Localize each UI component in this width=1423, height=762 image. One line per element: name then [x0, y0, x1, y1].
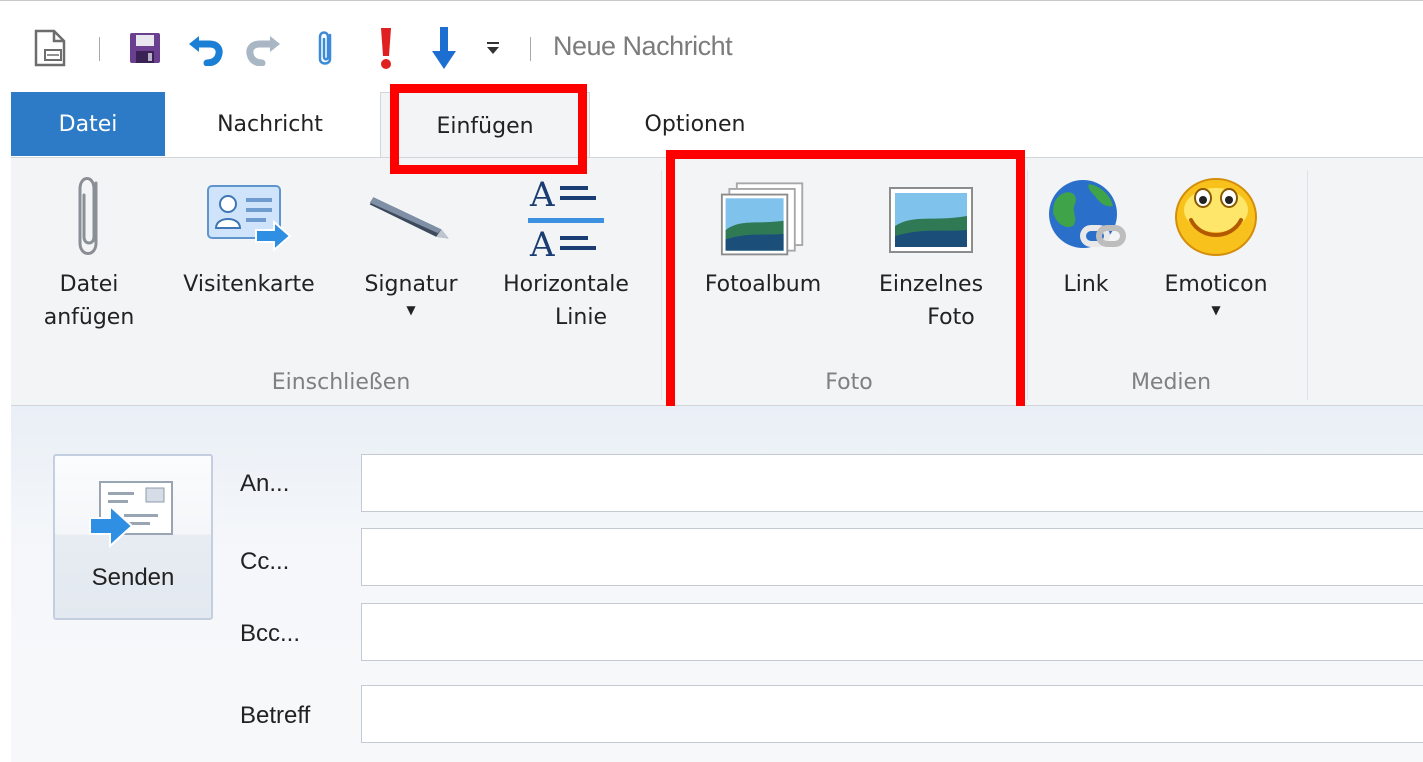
low-priority-icon[interactable] [424, 23, 464, 73]
group-separator [1307, 170, 1308, 400]
window-title: Neue Nachricht [553, 31, 733, 61]
button-label: Einzelnes [878, 272, 984, 297]
group-label-einschliessen: Einschließen [271, 370, 411, 395]
dropdown-arrow-icon: ▼ [1211, 303, 1221, 317]
subject-label: Betreff [240, 702, 311, 729]
save-icon[interactable] [125, 23, 165, 73]
tab-optionen[interactable]: Optionen [610, 92, 780, 156]
business-card-button[interactable]: Visitenkarte [169, 166, 329, 301]
signature-button[interactable]: Signatur ▼ [346, 166, 476, 317]
mail-compose-window: Neue Nachricht Datei Nachricht Einfügen … [0, 0, 1423, 762]
redo-icon[interactable] [244, 23, 284, 73]
ribbon-panel: Datei anfügen Visitenkarte Signatur ▼ A … [11, 157, 1423, 406]
paperclip-icon [46, 166, 132, 268]
attach-file-button[interactable]: Datei anfügen [34, 166, 144, 334]
button-label: Visitenkarte [183, 272, 315, 297]
compose-header: Senden An... Cc... Bcc... Betreff [11, 406, 1423, 762]
to-label[interactable]: An... [240, 470, 289, 498]
ribbon-tabs: Datei Nachricht Einfügen Optionen [0, 92, 1423, 160]
photo-album-button[interactable]: Fotoalbum [683, 166, 843, 301]
send-button[interactable]: Senden [53, 454, 213, 620]
cc-label[interactable]: Cc... [240, 548, 289, 576]
horizontal-line-icon: A A [523, 166, 609, 268]
paperclip-icon[interactable] [306, 23, 346, 73]
button-label: Foto [927, 305, 975, 330]
photo-album-icon [720, 166, 806, 268]
business-card-icon [206, 166, 292, 268]
button-label: Fotoalbum [704, 272, 822, 297]
single-photo-icon [888, 166, 974, 268]
button-label: Linie [555, 305, 607, 330]
tab-nachricht[interactable]: Nachricht [185, 92, 355, 156]
button-label: Signatur [364, 272, 458, 297]
quick-access-toolbar: Neue Nachricht [0, 0, 1423, 92]
button-label: Emoticon [1164, 272, 1268, 297]
horizontal-line-button[interactable]: A A Horizontale Linie [481, 166, 651, 334]
globe-link-icon [1043, 166, 1129, 268]
button-label: Link [1063, 272, 1109, 297]
high-priority-icon[interactable] [366, 23, 406, 73]
customize-dropdown-icon[interactable] [478, 23, 508, 73]
tab-einfuegen[interactable]: Einfügen [380, 92, 590, 160]
pen-icon [368, 166, 454, 268]
link-button[interactable]: Link [1041, 166, 1131, 301]
cc-field[interactable] [361, 528, 1423, 586]
dropdown-arrow-icon: ▼ [406, 303, 416, 317]
single-photo-button[interactable]: Einzelnes Foto [856, 166, 1006, 334]
button-label: anfügen [43, 305, 135, 330]
to-field[interactable] [361, 454, 1423, 512]
new-document-icon[interactable] [30, 23, 70, 73]
toolbar-separator [99, 37, 100, 61]
send-label: Senden [91, 564, 175, 591]
svg-text:A: A [529, 175, 555, 215]
group-separator [1027, 170, 1028, 400]
emoticon-button[interactable]: Emoticon ▼ [1151, 166, 1281, 317]
undo-icon[interactable] [185, 23, 225, 73]
smiley-icon [1173, 166, 1259, 268]
send-mail-icon [88, 476, 178, 552]
button-label: Horizontale [503, 272, 629, 297]
group-label-medien: Medien [1130, 370, 1212, 395]
button-label: Datei [59, 272, 119, 297]
toolbar-separator [530, 37, 531, 61]
svg-text:A: A [529, 225, 555, 264]
group-label-foto: Foto [825, 370, 873, 395]
bcc-label[interactable]: Bcc... [240, 620, 300, 648]
subject-field[interactable] [361, 685, 1423, 743]
tab-datei[interactable]: Datei [11, 92, 165, 156]
bcc-field[interactable] [361, 603, 1423, 661]
group-separator [661, 170, 662, 400]
